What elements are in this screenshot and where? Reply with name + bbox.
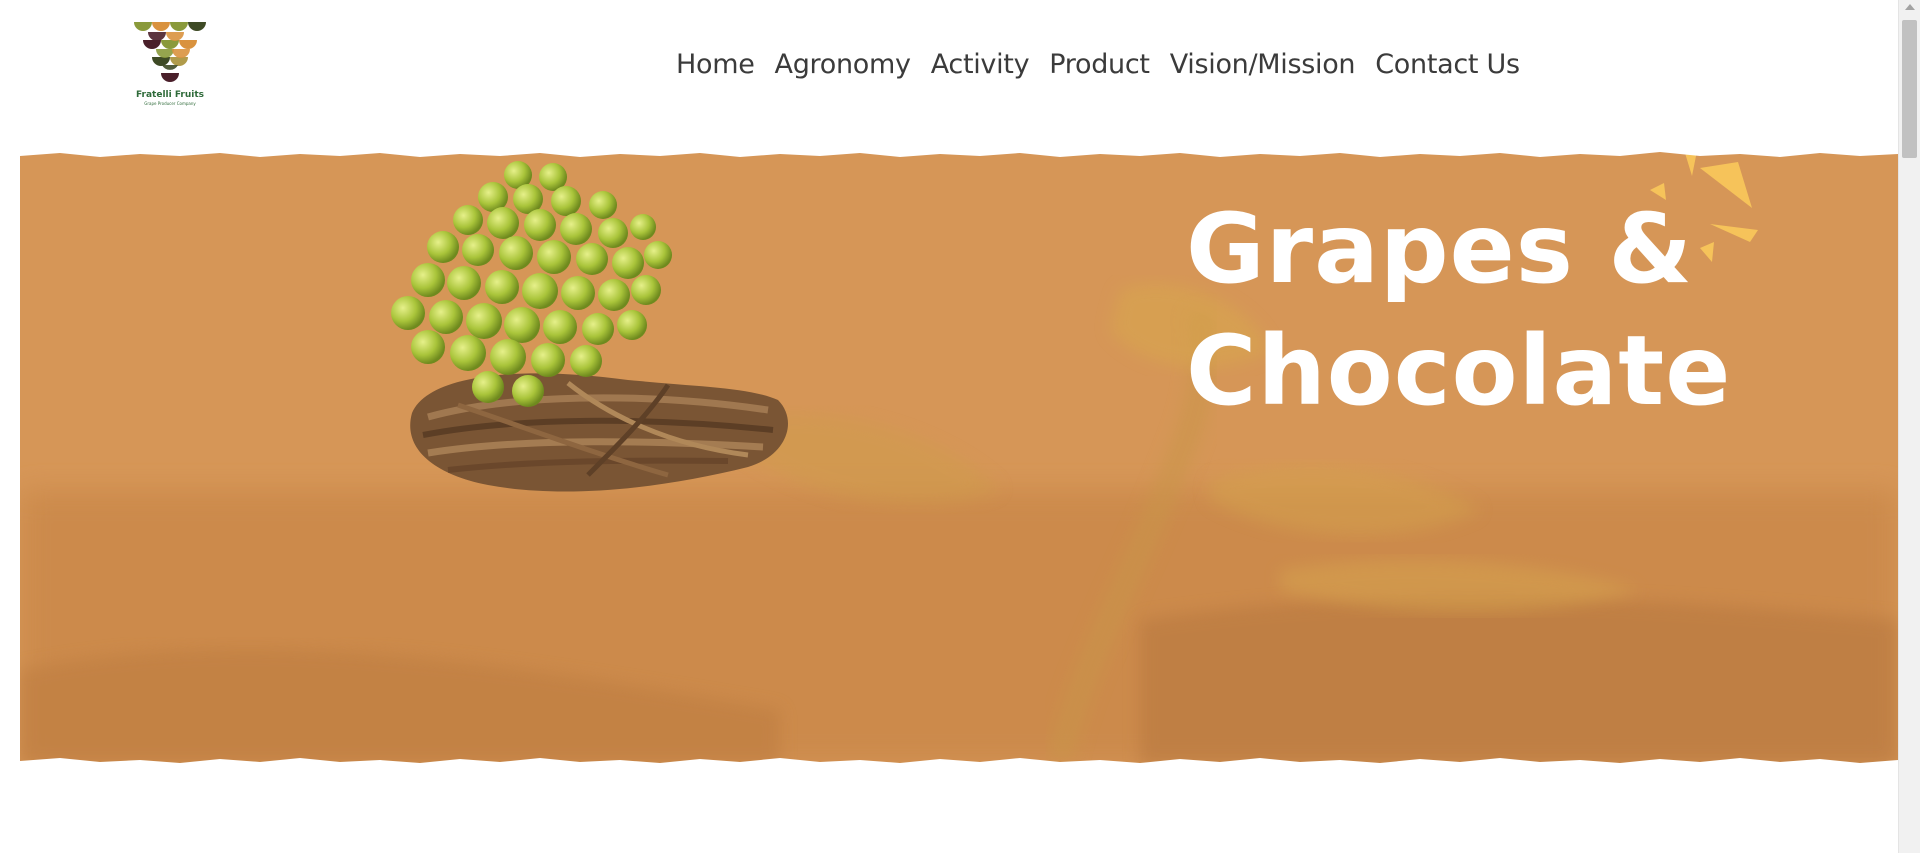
main-navigation: Home Agronomy Activity Product Vision/Mi… [676, 44, 1520, 84]
logo-tagline: Grape Producer Company [144, 101, 196, 106]
torn-edge-top [20, 144, 1898, 157]
scroll-up-arrow-icon[interactable] [1905, 4, 1915, 10]
nav-vision-mission-link[interactable]: Vision/Mission [1170, 49, 1356, 80]
scrollbar-thumb[interactable] [1902, 20, 1917, 158]
hero-title-line-1: Grapes & [1186, 193, 1694, 305]
logo-brand-name: Fratelli Fruits [135, 90, 205, 100]
grape-cluster-logo-icon [134, 22, 206, 82]
nav-agronomy-link[interactable]: Agronomy [775, 49, 911, 80]
torn-edge-bottom [20, 758, 1898, 774]
page-scrollbar[interactable] [1898, 0, 1920, 853]
site-header: Fratelli Fruits Grape Producer Company H… [0, 0, 1898, 140]
nav-contact-us-link[interactable]: Contact Us [1375, 49, 1520, 80]
hero-title-line-2: Chocolate [1186, 315, 1732, 427]
nav-activity-link[interactable]: Activity [931, 49, 1030, 80]
grape-basket-image [391, 161, 788, 492]
nav-product-link[interactable]: Product [1049, 49, 1150, 80]
hero-title: Grapes & Chocolate [1186, 188, 1746, 432]
nav-home-link[interactable]: Home [676, 49, 755, 80]
site-logo[interactable]: Fratelli Fruits Grape Producer Company [132, 16, 208, 108]
